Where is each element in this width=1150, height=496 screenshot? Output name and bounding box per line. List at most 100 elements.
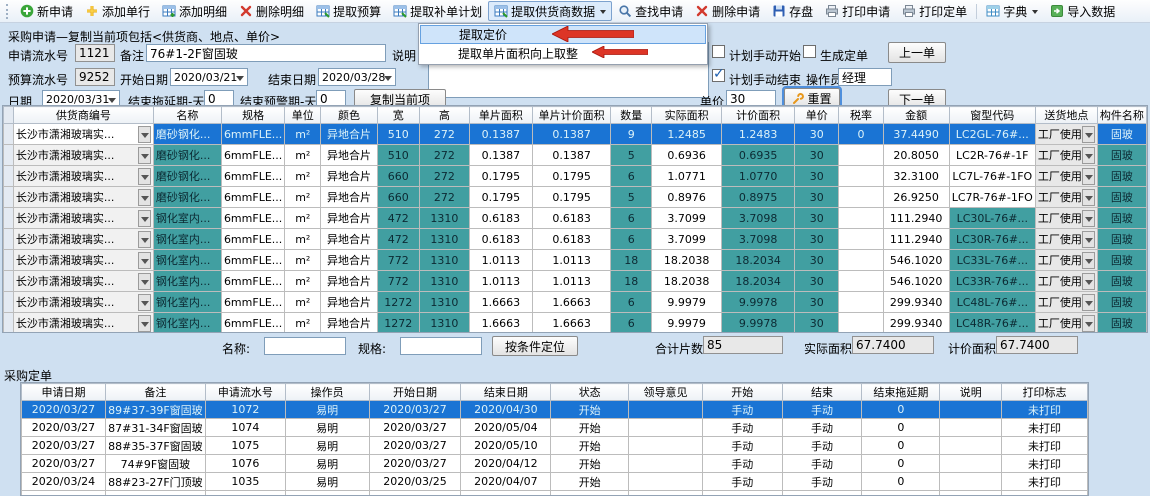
grid-cell[interactable]: 0.6935 <box>722 145 795 166</box>
grid-cell[interactable]: 工厂使用 <box>1035 229 1097 250</box>
grid-cell[interactable]: 272 <box>419 187 469 208</box>
grid-cell[interactable]: 磨砂钢化... <box>153 187 221 208</box>
grid-cell[interactable]: LC33R-76#... <box>949 271 1035 292</box>
grid-cell[interactable]: m² <box>285 187 321 208</box>
grid-cell[interactable]: LC7L-76#-1FO <box>949 166 1035 187</box>
grid-cell[interactable]: 工厂使用 <box>1035 187 1097 208</box>
grid-cell[interactable] <box>940 473 1002 491</box>
serial-input[interactable] <box>75 44 115 62</box>
grid-cell[interactable]: 开始 <box>551 419 629 437</box>
grid-cell[interactable]: 74#9F窗固玻 <box>105 455 205 473</box>
grid-cell[interactable]: 1.0113 <box>469 271 532 292</box>
filter-spec-input[interactable] <box>400 337 482 355</box>
delete-request-button[interactable]: 删除申请 <box>689 1 766 21</box>
grid-cell[interactable]: 易明 <box>285 473 369 491</box>
grid-cell[interactable]: 固玻 <box>1097 292 1146 313</box>
grid-cell[interactable]: 0 <box>862 401 940 419</box>
grid-cell[interactable]: 6mmFLE... <box>221 187 284 208</box>
grid-cell[interactable]: 89#37-39F窗固玻 <box>105 401 205 419</box>
grid-cell[interactable]: 3.7099 <box>652 208 722 229</box>
grid-cell[interactable] <box>940 437 1002 455</box>
chevron-down-icon[interactable] <box>1082 273 1095 290</box>
grid-cell[interactable]: 0.8976 <box>652 187 722 208</box>
grid-cell[interactable]: m² <box>285 250 321 271</box>
chevron-down-icon[interactable] <box>138 189 151 206</box>
grid-cell[interactable]: 异地合片 <box>321 271 377 292</box>
grid-cell[interactable]: 钢化室内... <box>153 271 221 292</box>
grid-cell[interactable]: 30 <box>795 208 839 229</box>
grid-cell[interactable]: 2020/03/24 <box>22 473 106 491</box>
add-row-button[interactable]: 添加单行 <box>79 1 156 21</box>
grid-cell[interactable]: 1.0770 <box>722 166 795 187</box>
grid-cell[interactable]: 手动 <box>702 401 782 419</box>
grid-cell[interactable]: 111.2940 <box>883 229 949 250</box>
grid-cell[interactable]: 1.6663 <box>532 292 610 313</box>
grid-cell[interactable]: 30 <box>795 229 839 250</box>
grid-cell[interactable]: 6mmFLE... <box>221 145 284 166</box>
grid-row[interactable]: 2020/03/2788#35-37F窗固玻1075易明2020/03/2720… <box>22 437 1088 455</box>
grid-cell[interactable]: 0 <box>862 473 940 491</box>
grid-cell[interactable]: 长沙市潇湘玻璃实... <box>13 271 153 292</box>
grid-row[interactable]: 长沙市潇湘玻璃实...磨砂钢化...6mmFLE...m²异地合片5102720… <box>4 145 1147 166</box>
grid-cell[interactable]: 9.9979 <box>652 313 722 334</box>
grid-cell[interactable]: 1.6663 <box>469 292 532 313</box>
grid-cell[interactable]: 长沙市潇湘玻璃实... <box>13 145 153 166</box>
grid-cell[interactable]: 510 <box>377 145 419 166</box>
grid-row[interactable]: 长沙市潇湘玻璃实...钢化室内...6mmFLE...m²异地合片1272131… <box>4 313 1147 334</box>
grid-row[interactable]: 长沙市潇湘玻璃实...磨砂钢化...6mmFLE...m²异地合片6602720… <box>4 166 1147 187</box>
grid-cell[interactable]: 手动 <box>782 455 862 473</box>
extract-supplier-data-button[interactable]: 提取供货商数据 <box>488 1 612 21</box>
grid-cell[interactable]: 6 <box>611 313 652 334</box>
chevron-down-icon[interactable] <box>138 210 151 227</box>
grid-cell[interactable]: 9.9978 <box>722 292 795 313</box>
grid-cell[interactable]: 工厂使用 <box>1035 250 1097 271</box>
grid-row[interactable]: 长沙市潇湘玻璃实...钢化室内...6mmFLE...m²异地合片4721310… <box>4 208 1147 229</box>
grid-cell[interactable]: 易明 <box>285 455 369 473</box>
grid-cell[interactable]: 2020/03/27 <box>22 401 106 419</box>
row-selector[interactable] <box>4 208 14 229</box>
grid-cell[interactable]: 工厂使用 <box>1035 292 1097 313</box>
grid-cell[interactable]: 6 <box>611 208 652 229</box>
grid-cell[interactable]: 30 <box>795 250 839 271</box>
grid-cell[interactable]: 0.1795 <box>469 187 532 208</box>
grid-cell[interactable] <box>839 313 883 334</box>
grid-cell[interactable]: 手动 <box>782 419 862 437</box>
grid-cell[interactable]: LC48R-76#... <box>949 313 1035 334</box>
grid-cell[interactable]: 6mmFLE... <box>221 124 284 145</box>
grid-cell[interactable]: 手动 <box>782 473 862 491</box>
grid-cell[interactable]: 6mmFLE... <box>221 250 284 271</box>
grid-cell[interactable]: 开始 <box>551 437 629 455</box>
grid-cell[interactable]: 18.2034 <box>722 250 795 271</box>
chevron-down-icon[interactable] <box>1082 294 1095 311</box>
delete-detail-button[interactable]: 删除明细 <box>233 1 310 21</box>
row-selector[interactable] <box>4 187 14 208</box>
grid-cell[interactable]: 546.1020 <box>883 250 949 271</box>
grid-cell[interactable]: 未打印 <box>1002 401 1088 419</box>
grid-cell[interactable]: 长沙市潇湘玻璃实... <box>13 292 153 313</box>
grid-cell[interactable] <box>629 419 703 437</box>
grid-cell[interactable]: 异地合片 <box>321 124 377 145</box>
grid-cell[interactable]: 0 <box>862 419 940 437</box>
grid-cell[interactable]: LC7R-76#-1FO <box>949 187 1035 208</box>
grid-cell[interactable]: 2020/04/30 <box>461 401 551 419</box>
extract-supplement-plan-button[interactable]: 提取补单计划 <box>387 1 488 21</box>
grid-cell[interactable]: 手动 <box>702 419 782 437</box>
grid-cell[interactable]: 87#31-34F窗固玻 <box>105 419 205 437</box>
grid-cell[interactable]: 30 <box>795 166 839 187</box>
grid-cell[interactable]: 异地合片 <box>321 292 377 313</box>
grid-cell[interactable]: m² <box>285 271 321 292</box>
grid-cell[interactable]: 472 <box>377 208 419 229</box>
row-selector[interactable] <box>4 124 14 145</box>
grid-cell[interactable]: 3.7098 <box>722 229 795 250</box>
grid-cell[interactable]: 30 <box>795 292 839 313</box>
grid-cell[interactable]: 1310 <box>419 250 469 271</box>
grid-cell[interactable]: 111.2940 <box>883 208 949 229</box>
grid-cell[interactable]: LC30R-76#... <box>949 229 1035 250</box>
grid-row[interactable]: 长沙市潇湘玻璃实...钢化室内...6mmFLE...m²异地合片1272131… <box>4 292 1147 313</box>
dictionary-button[interactable]: 字典 <box>980 1 1044 21</box>
add-detail-button[interactable]: 添加明细 <box>156 1 233 21</box>
grid-cell[interactable] <box>839 166 883 187</box>
grid-cell[interactable]: 546.1020 <box>883 271 949 292</box>
grid-cell[interactable]: 510 <box>377 124 419 145</box>
grid-cell[interactable]: 88#35-37F窗固玻 <box>105 437 205 455</box>
